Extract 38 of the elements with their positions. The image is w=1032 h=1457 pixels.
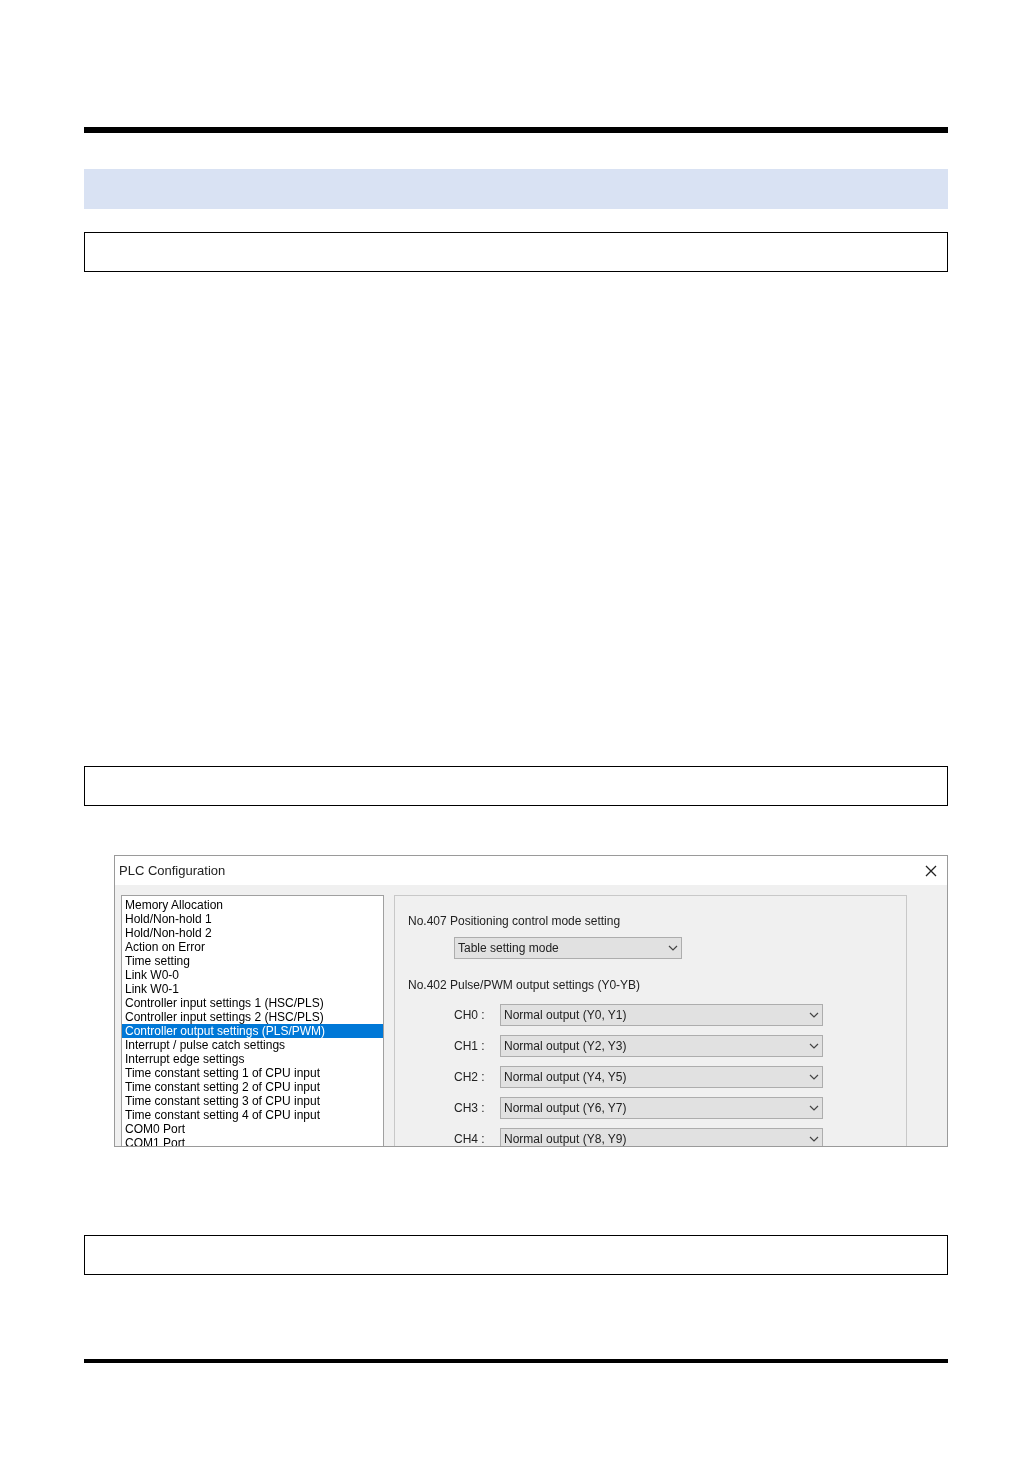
category-item[interactable]: Controller input settings 1 (HSC/PLS) [122,996,383,1010]
category-item[interactable]: COM0 Port [122,1122,383,1136]
close-icon[interactable] [925,864,937,877]
setting-label: No.402 Pulse/PWM output settings (Y0-YB) [408,977,642,994]
mode-dropdown[interactable]: Table setting mode [454,937,682,959]
category-item[interactable]: Interrupt edge settings [122,1052,383,1066]
category-item[interactable]: Time constant setting 2 of CPU input [122,1080,383,1094]
output-dropdown[interactable]: Normal output (Y4, Y5) [500,1066,823,1088]
category-item[interactable]: Controller input settings 2 (HSC/PLS) [122,1010,383,1024]
category-item[interactable]: Time constant setting 1 of CPU input [122,1066,383,1080]
caret-icon [809,1012,819,1018]
category-item[interactable]: Action on Error [122,940,383,954]
category-item[interactable]: Time constant setting 4 of CPU input [122,1108,383,1122]
category-item[interactable]: Interrupt / pulse catch settings [122,1038,383,1052]
caret-icon [809,1105,819,1111]
category-item[interactable]: Time constant setting 3 of CPU input [122,1094,383,1108]
channel-label: CH1 : [454,1038,486,1055]
category-item[interactable]: Controller output settings (PLS/PWM) [122,1024,383,1038]
category-item[interactable]: Time setting [122,954,383,968]
channel-label: CH0 : [454,1007,486,1024]
output-dropdown[interactable]: Normal output (Y0, Y1) [500,1004,823,1026]
category-item[interactable]: Hold/Non-hold 2 [122,926,383,940]
caret-icon [668,945,678,951]
setting-label: No.407 Positioning control mode setting [408,913,622,930]
category-item[interactable]: Link W0-1 [122,982,383,996]
output-dropdown[interactable]: Normal output (Y6, Y7) [500,1097,823,1119]
output-dropdown[interactable]: Normal output (Y8, Y9) [500,1128,823,1146]
channel-label: CH4 : [454,1131,486,1146]
window-title: PLC Configuration [119,861,226,880]
category-item[interactable]: Link W0-0 [122,968,383,982]
category-item[interactable]: Memory Allocation [122,898,383,912]
channel-label: CH2 : [454,1069,486,1086]
output-dropdown[interactable]: Normal output (Y2, Y3) [500,1035,823,1057]
category-item[interactable]: Hold/Non-hold 1 [122,912,383,926]
caret-icon [809,1043,819,1049]
caret-icon [809,1074,819,1080]
channel-label: CH3 : [454,1100,486,1117]
caret-icon [809,1136,819,1142]
